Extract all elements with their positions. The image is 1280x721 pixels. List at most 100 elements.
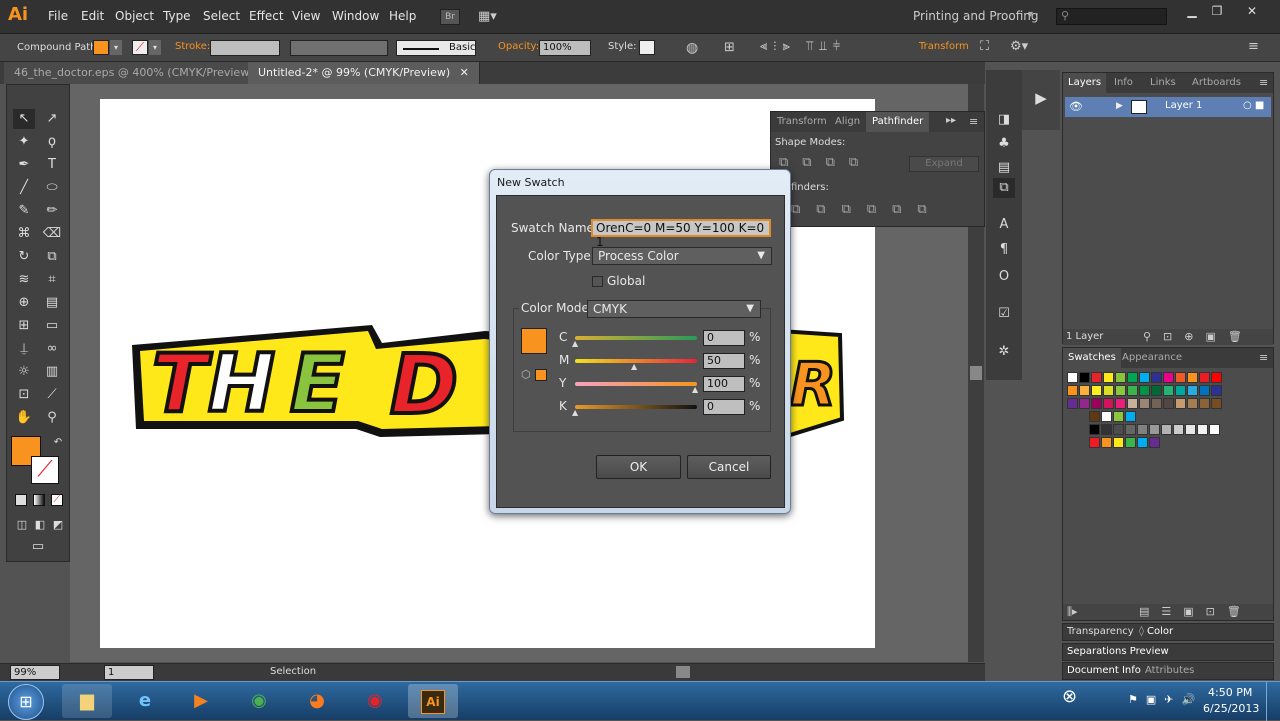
rotate-tool-icon[interactable]: ↻ [13, 247, 35, 267]
tab-document-info[interactable]: Document Info [1067, 663, 1141, 679]
shape-mode-buttons-icon[interactable]: ⧉⧉⧉⧉ [779, 155, 872, 170]
tab-color[interactable]: Color [1147, 624, 1173, 640]
gradient-tool-icon[interactable]: ▭ [41, 316, 63, 336]
swatch-chip[interactable] [1139, 398, 1150, 409]
pencil-tool-icon[interactable]: ✏ [41, 201, 63, 221]
swatch-chip[interactable] [1103, 372, 1114, 383]
ok-button[interactable]: OK [596, 455, 681, 479]
swatch-chip[interactable] [1079, 372, 1090, 383]
hand-tool-icon[interactable]: ✋ [13, 408, 35, 428]
swatch-chip[interactable] [1149, 437, 1160, 448]
play-icon[interactable]: ▶ [1030, 88, 1052, 108]
stroke-label[interactable]: Stroke: [175, 41, 210, 52]
tab-the-doctor[interactable]: 46_the_doctor.eps @ 400% (CMYK/Preview) … [4, 62, 284, 84]
swatch-chip[interactable] [1113, 411, 1124, 422]
column-graph-tool-icon[interactable]: ▥ [41, 362, 63, 382]
swatch-chip[interactable] [1091, 385, 1102, 396]
magenta-slider-thumb[interactable]: ▲ [631, 362, 637, 371]
swatch-chip[interactable] [1091, 372, 1102, 383]
global-checkbox[interactable] [592, 276, 603, 287]
color-mode-select[interactable]: CMYK ▼ [587, 300, 761, 318]
black-slider[interactable] [575, 405, 697, 409]
swatch-chip[interactable] [1209, 424, 1220, 435]
swatch-actions-icon[interactable]: ▤☰▣⊡🗑 [1139, 605, 1253, 618]
swatch-chip[interactable] [1113, 437, 1124, 448]
chrome-taskbar-icon[interactable]: ◉ [234, 684, 284, 718]
swatch-chip[interactable] [1101, 424, 1112, 435]
perspective-grid-tool-icon[interactable]: ▤ [41, 293, 63, 313]
workspace-switcher[interactable]: Printing and Proofing [913, 9, 1039, 23]
tab-artboards[interactable]: Artboards [1187, 73, 1246, 93]
swatch-chip[interactable] [1125, 437, 1136, 448]
current-tool-label[interactable]: Selection [270, 666, 316, 677]
pathfinder-buttons-icon[interactable]: ⧉⧉⧉⧉⧉⧉ [791, 202, 943, 217]
transform-link[interactable]: Transform [919, 41, 969, 52]
color-type-select[interactable]: Process Color ▼ [592, 247, 772, 265]
swatch-chip[interactable] [1137, 424, 1148, 435]
swatch-library-icon[interactable]: ⫼▸ [1067, 605, 1078, 619]
panel-menu-icon[interactable]: ≡ [1259, 351, 1268, 364]
swatch-chip[interactable] [1113, 424, 1124, 435]
menu-help[interactable]: Help [389, 9, 416, 23]
swatch-chip[interactable] [1091, 398, 1102, 409]
pathfinder-panel-icon[interactable]: ⧉ [993, 178, 1015, 198]
symbols-panel-icon[interactable]: ♣ [993, 134, 1015, 154]
close-icon[interactable]: ✕ [1240, 4, 1264, 20]
magenta-value-input[interactable]: 50 [703, 353, 745, 369]
graphic-style-swatch[interactable] [639, 40, 655, 55]
swatch-chip[interactable] [1175, 372, 1186, 383]
swatch-chip[interactable] [1101, 437, 1112, 448]
cancel-button[interactable]: Cancel [687, 455, 771, 479]
tab-links[interactable]: Links [1145, 73, 1181, 93]
zoom-field[interactable]: 99% [10, 665, 60, 680]
chevron-down-icon[interactable]: ▾ [149, 40, 161, 55]
illustrator-taskbar-icon[interactable]: Ai [408, 684, 458, 718]
fill-swatch[interactable] [93, 40, 109, 55]
expand-button[interactable]: Expand [909, 156, 979, 172]
graphic-styles-panel-icon[interactable]: ▤ [993, 158, 1015, 178]
free-transform-tool-icon[interactable]: ⌗ [41, 270, 63, 290]
arrange-documents-icon[interactable]: ▦▾ [478, 9, 502, 25]
swatch-chip[interactable] [1139, 385, 1150, 396]
zoom-tool-icon[interactable]: ⚲ [41, 408, 63, 428]
recolor-artwork-icon[interactable]: ◍ [686, 40, 698, 56]
swatch-chip[interactable] [1103, 398, 1114, 409]
media-player-taskbar-icon[interactable]: ▶ [176, 684, 226, 718]
swatch-chip[interactable] [1127, 372, 1138, 383]
chevron-down-icon[interactable]: ▾ [110, 40, 122, 55]
swatch-chip[interactable] [1067, 385, 1078, 396]
chevron-down-icon[interactable]: ▾ [1028, 9, 1033, 20]
tab-align[interactable]: Align [829, 112, 866, 132]
swatch-chip[interactable] [1103, 385, 1114, 396]
search-input[interactable]: ⚲ [1056, 8, 1167, 25]
menu-object[interactable]: Object [115, 9, 154, 23]
swatch-chip[interactable] [1187, 398, 1198, 409]
brush-definition[interactable]: Basic [396, 40, 476, 56]
none-mode-icon[interactable]: ⟋ [51, 494, 63, 506]
swatch-name-input[interactable]: OrenC=0 M=50 Y=100 K=0 1 [591, 219, 771, 249]
symbol-sprayer-tool-icon[interactable]: ☼ [13, 362, 35, 382]
tab-appearance[interactable]: Appearance [1117, 348, 1187, 368]
stroke-weight-field[interactable] [210, 40, 280, 56]
menu-type[interactable]: Type [163, 9, 191, 23]
swatch-chip[interactable] [1115, 385, 1126, 396]
direct-selection-tool-icon[interactable]: ↗ [41, 109, 63, 129]
tab-attributes[interactable]: Attributes [1145, 663, 1194, 679]
warp-tool-icon[interactable]: ≋ [13, 270, 35, 290]
variable-width-field[interactable] [290, 40, 388, 56]
minimize-icon[interactable]: ▁ [1180, 4, 1204, 20]
menu-view[interactable]: View [292, 9, 320, 23]
swatch-chip[interactable] [1185, 424, 1196, 435]
black-value-input[interactable]: 0 [703, 399, 745, 415]
swatch-chip[interactable] [1125, 411, 1136, 422]
swatch-chip[interactable] [1199, 372, 1210, 383]
screen-mode-icon[interactable]: ▭ [27, 537, 49, 557]
swatch-chip[interactable] [1151, 385, 1162, 396]
swatch-chip[interactable] [1173, 424, 1184, 435]
menu-select[interactable]: Select [203, 9, 240, 23]
tab-untitled-2[interactable]: Untitled-2* @ 99% (CMYK/Preview) ✕ [248, 62, 480, 84]
clock-date[interactable]: 6/25/2013 [1203, 702, 1259, 715]
menu-edit[interactable]: Edit [81, 9, 104, 23]
show-desktop-button[interactable] [1266, 682, 1280, 721]
start-button-icon[interactable]: ⊞ [8, 684, 44, 720]
